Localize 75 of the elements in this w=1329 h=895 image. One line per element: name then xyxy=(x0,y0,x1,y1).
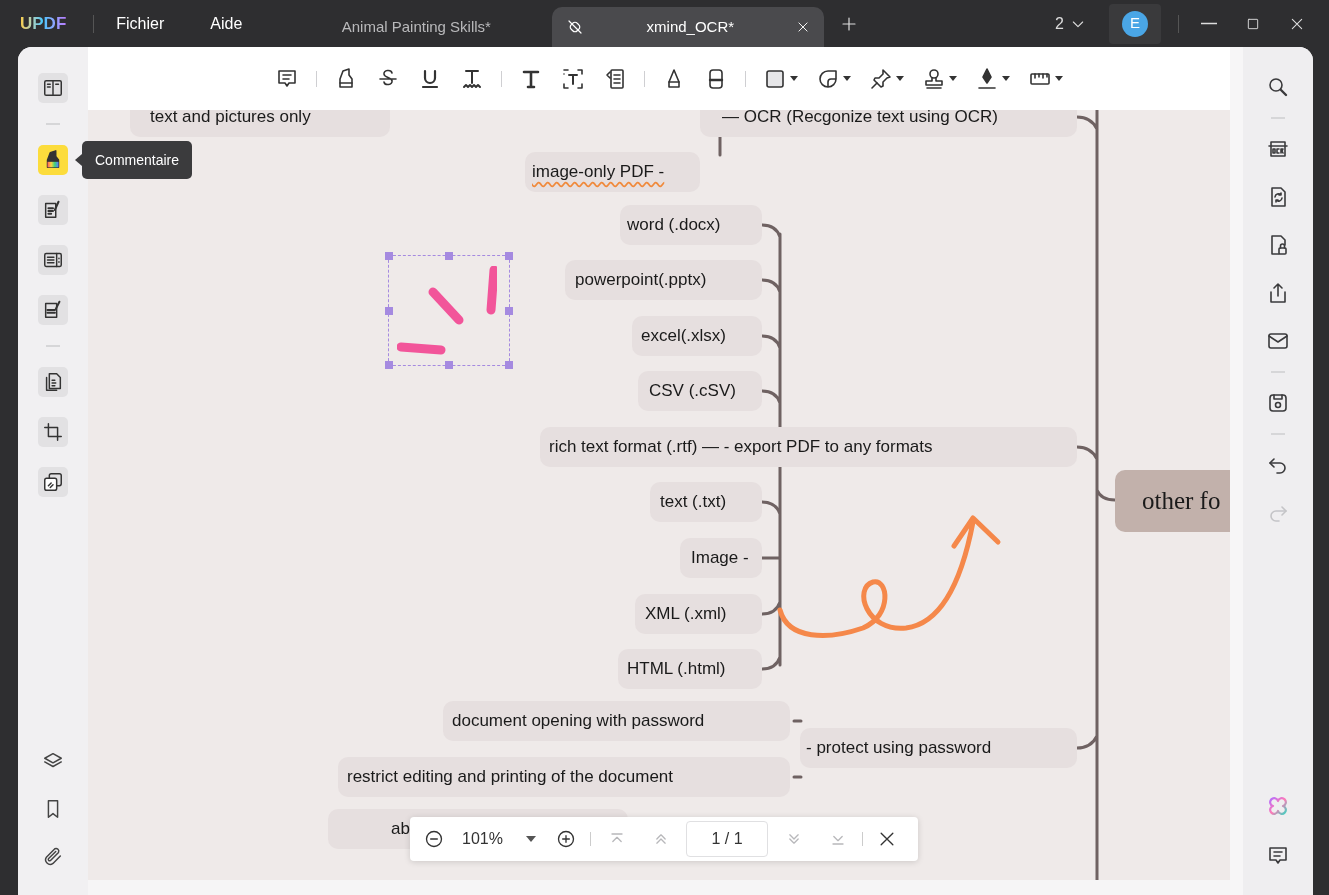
resize-handle[interactable] xyxy=(445,252,453,260)
topic-node: other fo xyxy=(1115,470,1230,532)
document-tab[interactable]: xmind_OCR* xyxy=(552,7,825,47)
mind-map-node: — OCR (Recgonize text using OCR) xyxy=(700,110,1077,137)
vertical-scrollbar[interactable] xyxy=(1230,47,1243,895)
resize-handle[interactable] xyxy=(445,361,453,369)
mind-map-node: document opening with password xyxy=(443,701,790,741)
window-count: 2 xyxy=(1055,13,1064,34)
mind-map-node: text and pictures only xyxy=(130,110,390,137)
minimize-button[interactable] xyxy=(1199,22,1219,25)
mind-map-node: CSV (.cSV) xyxy=(638,371,762,411)
zoom-out-button[interactable] xyxy=(424,829,444,849)
resize-handle[interactable] xyxy=(505,252,513,260)
minimize-icon xyxy=(1201,22,1217,25)
mind-map-node: restrict editing and printing of the document xyxy=(338,757,790,797)
resize-handle[interactable] xyxy=(385,361,393,369)
book-icon xyxy=(42,77,64,99)
caret-icon xyxy=(896,75,904,82)
save-icon xyxy=(1266,391,1290,415)
menu-item[interactable]: Fichier xyxy=(116,11,165,36)
caret-icon xyxy=(790,75,798,82)
resize-handle[interactable] xyxy=(385,306,393,315)
stamp-icon xyxy=(922,66,946,91)
signature-pen-icon xyxy=(975,66,999,91)
resize-handle[interactable] xyxy=(505,361,513,369)
pin-icon xyxy=(869,66,893,91)
stacked-pages-icon xyxy=(42,471,64,493)
selected-sticker[interactable] xyxy=(388,255,510,366)
zoom-level[interactable]: 101% xyxy=(462,827,510,851)
mind-map-node: text (.txt) xyxy=(650,482,762,522)
tooltip-pointer xyxy=(75,154,82,166)
tooltip: Commentaire xyxy=(82,141,193,179)
caret-icon xyxy=(843,75,851,82)
edit-tool-button[interactable] xyxy=(38,195,68,225)
mind-map-node: image-only PDF - xyxy=(525,152,700,192)
form-tool-button[interactable] xyxy=(38,245,68,275)
caret-icon xyxy=(1002,75,1010,82)
mind-map-node: excel(.xlsx) xyxy=(632,316,762,356)
search-button[interactable] xyxy=(1266,75,1290,99)
mind-map-node: HTML (.html) xyxy=(618,649,762,689)
caret-icon xyxy=(1055,75,1063,82)
document-tab[interactable]: Animal Painting Skills* xyxy=(280,7,553,47)
resize-handle[interactable] xyxy=(385,252,393,260)
reader-tool-button[interactable] xyxy=(38,73,68,103)
crop-tool-button[interactable] xyxy=(38,417,68,447)
comment-tool-button[interactable] xyxy=(38,145,68,175)
avatar: E xyxy=(1122,10,1148,37)
save-button[interactable] xyxy=(1266,391,1290,415)
attachment-button[interactable] xyxy=(42,846,64,868)
mind-map-node: Image - xyxy=(680,538,762,578)
zoom-in-icon xyxy=(556,829,576,849)
zoom-in-button[interactable] xyxy=(556,829,576,849)
crop-icon xyxy=(42,421,64,443)
mind-map-node: word (.docx) xyxy=(620,205,762,245)
flower-icon xyxy=(1266,794,1290,818)
maximize-icon xyxy=(1246,16,1260,31)
page-field[interactable]: 1 / 1 xyxy=(686,821,768,857)
organize-tool-button[interactable] xyxy=(38,467,68,497)
menu-item[interactable]: Aide xyxy=(210,11,243,36)
caret-icon[interactable] xyxy=(526,835,536,843)
caret-icon xyxy=(949,75,957,82)
paperclip-icon xyxy=(42,846,64,868)
search-icon xyxy=(1266,75,1290,99)
mind-map-node: XML (.xml) xyxy=(635,594,762,634)
horizontal-scrollbar[interactable] xyxy=(88,880,1230,895)
text-callout-icon xyxy=(603,66,627,91)
mind-map-node: rich text format (.rtf) — - export PDF to any formats xyxy=(540,427,1077,467)
resize-handle[interactable] xyxy=(505,306,513,315)
mind-map-node: - protect using password xyxy=(800,728,1077,768)
redact-tool-button[interactable] xyxy=(38,295,68,325)
close-icon xyxy=(796,20,811,34)
text-box-icon xyxy=(561,66,585,91)
zoom-out-icon xyxy=(424,829,444,849)
pages-tool-button[interactable] xyxy=(38,367,68,397)
mind-map-node: powerpoint(.pptx) xyxy=(565,260,762,300)
